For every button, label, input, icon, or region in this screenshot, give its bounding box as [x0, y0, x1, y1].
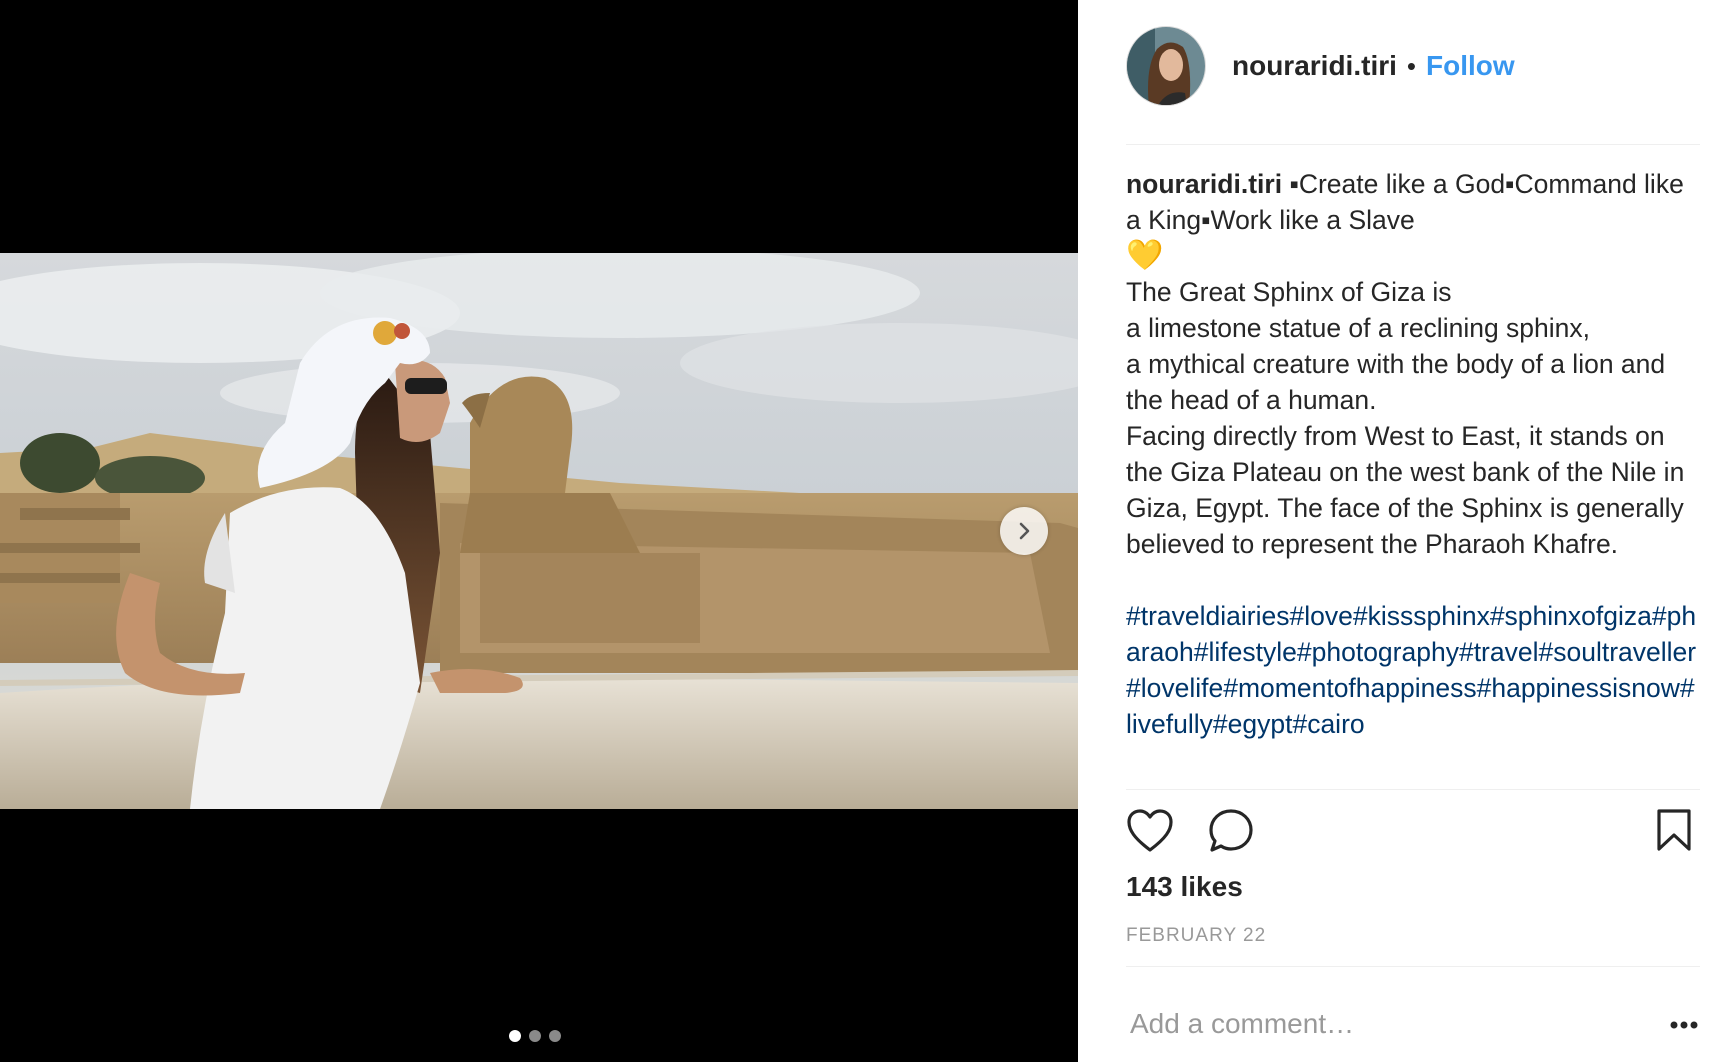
speech-bubble-icon [1209, 809, 1253, 852]
post-header: nouraridi.tiri • Follow [1126, 26, 1515, 106]
comment-button[interactable] [1208, 808, 1254, 859]
heart-outline-icon [1127, 809, 1173, 852]
save-button[interactable] [1656, 808, 1692, 857]
bookmark-icon [1657, 809, 1691, 851]
header-username[interactable]: nouraridi.tiri [1232, 50, 1397, 82]
avatar[interactable] [1126, 26, 1206, 106]
header-separator: • [1406, 50, 1417, 81]
divider [1126, 144, 1700, 145]
carousel-dot [549, 1030, 561, 1042]
comment-row [1126, 980, 1700, 1062]
carousel-dot [529, 1030, 541, 1042]
chevron-right-icon [1019, 522, 1030, 540]
more-dots-icon [1670, 1021, 1698, 1029]
post-actions [1126, 808, 1700, 858]
next-slide-button[interactable] [1000, 507, 1048, 555]
like-count[interactable]: 143 likes [1126, 871, 1243, 903]
caption-username[interactable]: nouraridi.tiri [1126, 169, 1282, 199]
post-media [0, 0, 1078, 1062]
more-options-button[interactable] [1670, 1016, 1698, 1034]
post-side-panel: nouraridi.tiri • Follow nouraridi.tiri ▪… [1078, 0, 1714, 1062]
divider [1126, 789, 1700, 790]
follow-button[interactable]: Follow [1426, 50, 1515, 82]
caption-hashtags[interactable]: #traveldiairies#love#kisssphinx#sphinxof… [1126, 601, 1696, 739]
like-button[interactable] [1126, 808, 1174, 859]
comment-input[interactable] [1126, 1002, 1626, 1046]
carousel-dot [509, 1030, 521, 1042]
divider [1126, 966, 1700, 967]
carousel-indicator [509, 1030, 561, 1042]
post-date: FEBRUARY 22 [1126, 925, 1267, 946]
post-photo[interactable] [0, 253, 1078, 809]
yellow-heart-emoji: 💛 [1126, 239, 1164, 272]
post-caption: nouraridi.tiri ▪Create like a God▪Comman… [1126, 166, 1700, 742]
caption-body: The Great Sphinx of Giza is a limestone … [1126, 277, 1685, 559]
